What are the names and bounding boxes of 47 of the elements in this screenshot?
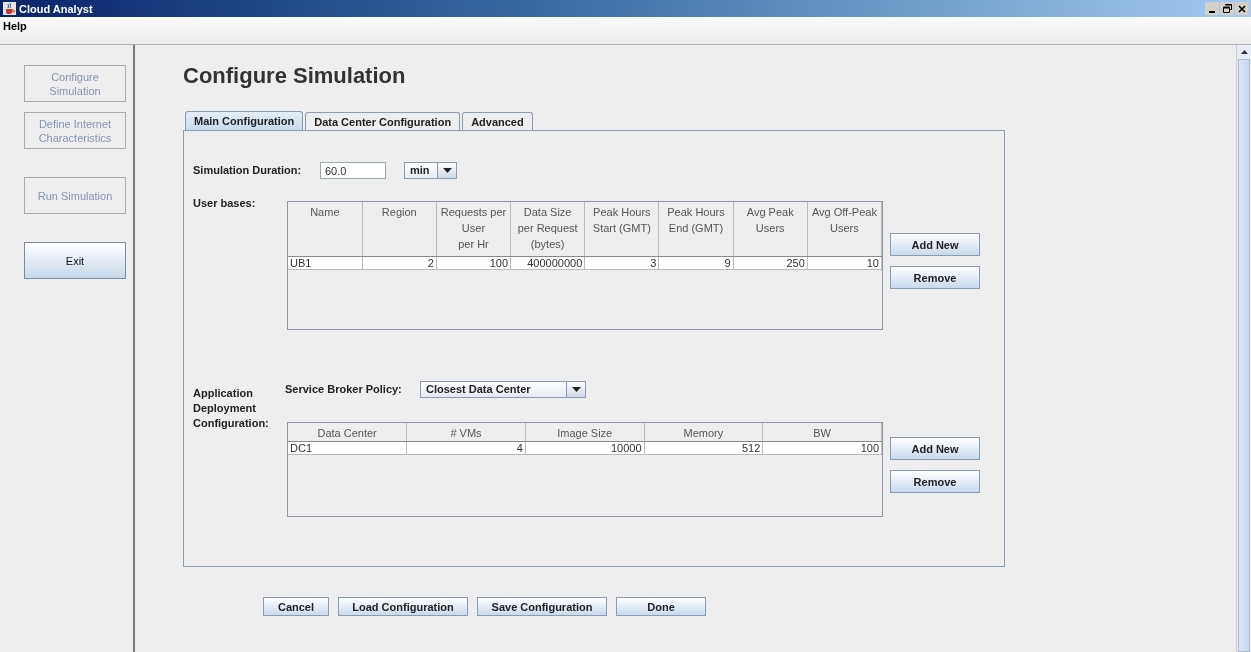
scrollbar[interactable] [1236, 45, 1251, 652]
caret-icon [442, 168, 452, 173]
action-button[interactable]: Done [616, 597, 706, 616]
page-title: Configure Simulation [183, 62, 407, 90]
column-header[interactable]: Peak Hours End (GMT) [658, 202, 734, 257]
tab[interactable]: Data Center Configuration [305, 112, 461, 130]
minimize-button[interactable] [1205, 2, 1219, 15]
column-header[interactable]: Data Center [288, 423, 407, 442]
section-label: Application Deployment Configuration: [193, 386, 270, 431]
window-title: Cloud Analyst [19, 2, 93, 15]
column-header[interactable]: Image Size [525, 423, 645, 442]
column-header[interactable]: Peak Hours Start (GMT) [584, 202, 659, 257]
duration-field[interactable]: 60.0 [320, 162, 386, 179]
field-label: Simulation Duration: [193, 163, 303, 178]
column-header[interactable]: Name [288, 202, 363, 257]
field-label: Service Broker Policy: [285, 382, 403, 397]
minimize-icon [1209, 10, 1215, 13]
restore-icon [1222, 4, 1232, 13]
action-button[interactable]: Remove [890, 470, 980, 493]
app-icon [3, 2, 16, 15]
sidebar-button[interactable]: Exit [24, 242, 126, 279]
column-header[interactable]: BW [762, 423, 882, 442]
action-button[interactable]: Cancel [263, 597, 329, 616]
action-button[interactable]: Remove [890, 266, 980, 289]
column-header[interactable]: Region [362, 202, 437, 257]
section-label: User bases: [193, 196, 257, 211]
column-header[interactable]: Avg Off-Peak Users [807, 202, 882, 257]
policy-dropdown[interactable]: Closest Data Center [420, 381, 586, 398]
column-header[interactable]: Requests per User per Hr [436, 202, 511, 257]
column-header[interactable]: Avg Peak Users [733, 202, 808, 257]
action-button[interactable]: Load Configuration [338, 597, 468, 616]
menu-item[interactable]: Help [3, 20, 27, 32]
close-button[interactable] [1235, 2, 1249, 15]
column-header[interactable]: Memory [644, 423, 763, 442]
action-button[interactable]: Add New [890, 437, 980, 460]
restore-button[interactable] [1220, 2, 1234, 15]
caret-icon [571, 387, 581, 392]
scrollbar-thumb[interactable] [1238, 59, 1250, 652]
column-header[interactable]: Data Size per Request (bytes) [510, 202, 585, 257]
action-button[interactable]: Save Configuration [477, 597, 607, 616]
tab[interactable]: Advanced [462, 112, 533, 130]
action-button[interactable]: Add New [890, 233, 980, 256]
scroll-up-icon[interactable] [1240, 50, 1248, 54]
close-icon [1238, 4, 1246, 13]
column-header[interactable]: # VMs [406, 423, 526, 442]
tab[interactable]: Main Configuration [185, 111, 304, 130]
unit-dropdown[interactable]: min [404, 162, 457, 179]
